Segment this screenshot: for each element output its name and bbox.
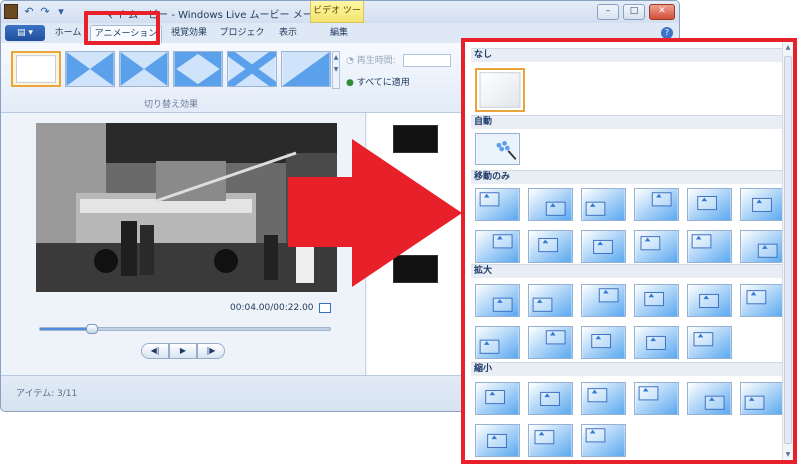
gallery-scroll[interactable]: ▲ ▼ [332,51,340,89]
transition-none-thumb[interactable] [11,51,61,87]
item-count: アイテム: 3/11 [16,389,78,399]
duration-icon: ◔ [346,56,354,66]
video-tools-context-label: ビデオ ツール [310,1,364,36]
panel-scroll-down-icon[interactable]: ▼ [783,451,793,458]
pan-move-tile[interactable] [528,188,573,221]
undo-icon[interactable]: ↶ [23,6,35,18]
pan-zoom-auto-tile[interactable] [475,133,520,165]
pan-zoom-in-tile[interactable] [687,284,732,317]
preview-pane: 00:04.00/00:22.00 ◀| ▶ |▶ [1,113,366,375]
apply-all-icon: ● [346,78,354,88]
maximize-button[interactable]: □ [623,4,645,20]
previous-frame-button[interactable]: ◀| [141,343,169,359]
pan-zoom-none-tile[interactable] [475,68,525,112]
pan-move-tile[interactable] [475,188,520,221]
next-frame-button[interactable]: |▶ [197,343,225,359]
section-move-only: 移動のみ [471,170,783,184]
pan-move-tile[interactable] [634,188,679,221]
pan-zoom-out-tile[interactable] [634,382,679,415]
scroll-down-icon[interactable]: ▼ [334,66,339,73]
scroll-up-icon[interactable]: ▲ [334,54,339,61]
pan-move-tile[interactable] [528,230,573,263]
pan-zoom-out-tile[interactable] [581,424,626,457]
tab-view[interactable]: 表示 [270,25,306,43]
pan-zoom-in-tile[interactable] [581,326,626,359]
pan-move-tile[interactable] [581,188,626,221]
transition-diagonal-cross-thumb[interactable] [65,51,115,87]
duration-field: ◔ 再生時間: [346,53,451,67]
pan-zoom-in-tile[interactable] [475,326,520,359]
pan-move-tile[interactable] [687,188,732,221]
pan-zoom-in-tile[interactable] [528,284,573,317]
transitions-group-label: 切り替え効果 [143,100,198,110]
minimize-button[interactable]: – [597,4,619,20]
storyboard-clip[interactable] [393,255,438,283]
seek-bar[interactable] [39,324,331,334]
section-zoom-out: 縮小 [471,362,783,376]
pan-zoom-out-tile[interactable] [528,382,573,415]
pan-zoom-in-tile[interactable] [475,284,520,317]
tab-home[interactable]: ホーム [49,25,87,43]
pan-zoom-out-tile[interactable] [687,382,732,415]
section-auto: 自動 [471,115,783,129]
pan-zoom-out-tile[interactable] [740,382,785,415]
pan-zoom-in-tile[interactable] [687,326,732,359]
redo-icon[interactable]: ↷ [39,6,51,18]
transition-bowtie-thumb[interactable] [119,51,169,87]
pan-move-tile[interactable] [475,230,520,263]
transition-wipe-thumb[interactable] [281,51,331,87]
close-button[interactable]: ✕ [649,4,675,20]
pan-zoom-in-tile[interactable] [740,284,785,317]
pan-zoom-out-tile[interactable] [475,382,520,415]
apply-all-label: すべてに適用 [356,78,410,88]
pan-zoom-panel: なし 自動 移動のみ 拡大 縮小 ▲ ▼ [461,38,797,464]
pan-move-tile[interactable] [740,230,785,263]
duration-label: 再生時間: [356,56,396,66]
section-zoom-in: 拡大 [471,264,783,278]
video-preview[interactable] [36,123,337,292]
pan-zoom-in-tile[interactable] [581,284,626,317]
duration-select[interactable] [402,54,451,67]
seek-bar-thumb[interactable] [86,324,99,334]
panel-scroll-thumb[interactable] [784,56,792,444]
pan-move-tile[interactable] [687,230,732,263]
transition-x-cross-thumb[interactable] [227,51,277,87]
animation-tab-highlight [84,11,160,45]
playback-time: 00:04.00/00:22.00 [230,303,314,313]
pan-move-tile[interactable] [581,230,626,263]
fullscreen-icon[interactable] [319,303,331,313]
tab-project[interactable]: プロジェクト [216,25,268,54]
pan-zoom-out-tile[interactable] [475,424,520,457]
app-icon[interactable] [4,4,18,19]
pan-zoom-in-tile[interactable] [634,284,679,317]
pan-zoom-out-tile[interactable] [528,424,573,457]
pan-move-tile[interactable] [740,188,785,221]
play-button[interactable]: ▶ [169,343,197,359]
pan-move-tile[interactable] [634,230,679,263]
pan-zoom-in-tile[interactable] [634,326,679,359]
seek-bar-fill [40,328,93,330]
panel-scroll-up-icon[interactable]: ▲ [783,44,793,51]
tab-visual-effects[interactable]: 視覚効果 [164,25,214,43]
section-none: なし [471,48,783,62]
storyboard-clip[interactable] [393,125,438,153]
tab-edit[interactable]: 編集 [314,25,364,43]
pan-zoom-in-tile[interactable] [528,326,573,359]
panel-scrollbar[interactable]: ▲ ▼ [782,42,793,460]
file-menu-button[interactable]: ▤ ▾ [5,25,45,41]
pan-zoom-out-tile[interactable] [581,382,626,415]
customize-qat-icon[interactable]: ▾ [55,6,67,18]
transition-diamond-thumb[interactable] [173,51,223,87]
apply-all-button[interactable]: ● すべてに適用 [346,75,410,88]
